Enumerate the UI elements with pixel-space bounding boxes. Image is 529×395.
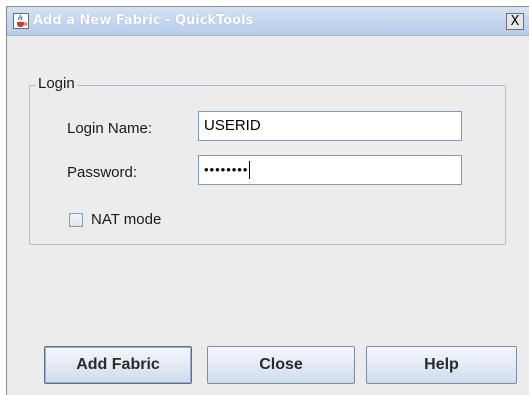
login-name-value: USERID (204, 117, 261, 134)
text-caret (249, 161, 251, 180)
nat-mode-checkbox[interactable] (69, 213, 83, 227)
login-name-input[interactable]: USERID (198, 111, 462, 141)
login-group-title: Login (36, 75, 77, 92)
close-icon[interactable]: X (506, 13, 524, 30)
nat-mode-label[interactable]: NAT mode (91, 211, 161, 228)
title-bar[interactable]: Add a New Fabric - QuickTools X (7, 7, 529, 36)
help-button[interactable]: Help (366, 346, 517, 384)
java-cup-icon (13, 13, 29, 29)
add-fabric-button[interactable]: Add Fabric (44, 346, 192, 384)
close-button[interactable]: Close (207, 346, 355, 384)
window-title: Add a New Fabric - QuickTools (33, 13, 254, 28)
dialog-window: Add a New Fabric - QuickTools X Login Lo… (6, 6, 529, 395)
password-input[interactable]: •••••••• (198, 155, 462, 185)
password-label: Password: (67, 164, 138, 181)
login-name-label: Login Name: (67, 120, 153, 137)
password-value: •••••••• (204, 162, 249, 177)
